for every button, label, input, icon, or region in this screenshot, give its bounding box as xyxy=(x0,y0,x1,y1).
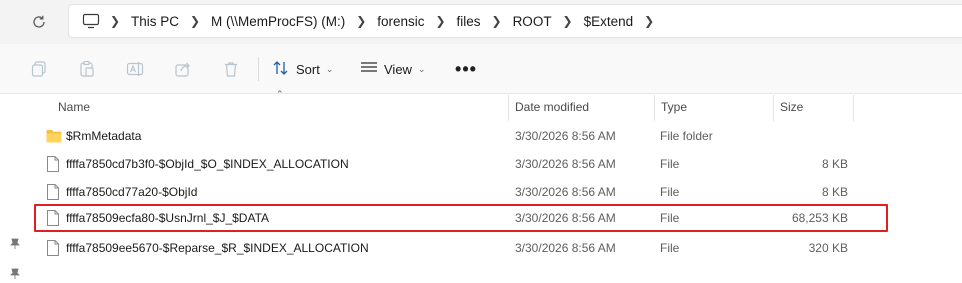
file-type: File xyxy=(660,157,680,171)
file-date-modified: 3/30/2026 8:56 AM xyxy=(515,185,616,199)
breadcrumb-extend[interactable]: $Extend xyxy=(582,14,636,29)
chevron-right-icon[interactable]: ❯ xyxy=(635,14,663,28)
file-icon xyxy=(46,209,62,227)
file-size: 8 KB xyxy=(821,185,848,199)
file-name: ffffa7850cd77a20-$ObjId xyxy=(66,185,198,199)
address-bar[interactable]: ❯ This PC ❯ M (\\MemProcFS) (M:) ❯ foren… xyxy=(68,4,962,38)
view-icon xyxy=(360,61,378,78)
file-row[interactable]: ffffa78509ee5670-$Reparse_$R_$INDEX_ALLO… xyxy=(36,234,856,262)
share-icon[interactable] xyxy=(172,58,194,80)
chevron-down-icon: ⌄ xyxy=(417,63,426,74)
column-header-name[interactable]: Name xyxy=(58,95,504,119)
computer-icon xyxy=(81,11,101,31)
column-divider[interactable] xyxy=(654,95,655,121)
pin-icon[interactable] xyxy=(8,237,22,251)
file-type: File folder xyxy=(660,129,713,143)
file-row[interactable]: ffffa78509ecfa80-$UsnJrnl_$J_$DATA 3/30/… xyxy=(36,204,856,232)
chevron-right-icon[interactable]: ❯ xyxy=(483,14,511,28)
chevron-right-icon[interactable]: ❯ xyxy=(181,14,209,28)
breadcrumb-forensic[interactable]: forensic xyxy=(375,14,426,29)
view-button[interactable]: View ⌄ xyxy=(360,56,426,82)
more-options-button[interactable]: ••• xyxy=(452,56,480,82)
delete-icon[interactable] xyxy=(220,58,242,80)
file-date-modified: 3/30/2026 8:56 AM xyxy=(515,241,616,255)
copy-icon[interactable] xyxy=(28,58,50,80)
sort-button[interactable]: Sort ⌄ xyxy=(272,56,333,82)
file-icon xyxy=(46,155,62,173)
column-header-size[interactable]: Size xyxy=(780,95,850,119)
toolbar-divider xyxy=(258,57,259,81)
column-divider[interactable] xyxy=(853,95,854,121)
pin-icon[interactable] xyxy=(8,267,22,281)
column-header-date-modified[interactable]: Date modified xyxy=(515,95,651,119)
chevron-down-icon: ⌄ xyxy=(325,63,334,74)
file-name: ffffa78509ee5670-$Reparse_$R_$INDEX_ALLO… xyxy=(66,241,369,255)
address-bar-region: ❯ This PC ❯ M (\\MemProcFS) (M:) ❯ foren… xyxy=(0,0,962,44)
file-type: File xyxy=(660,211,680,225)
file-size: 320 KB xyxy=(808,241,848,255)
column-header-type[interactable]: Type xyxy=(661,95,769,119)
view-label: View xyxy=(384,61,412,77)
chevron-right-icon[interactable]: ❯ xyxy=(427,14,455,28)
chevron-right-icon[interactable]: ❯ xyxy=(347,14,375,28)
chevron-right-icon[interactable]: ❯ xyxy=(554,14,582,28)
column-divider[interactable] xyxy=(773,95,774,121)
refresh-icon[interactable] xyxy=(26,9,52,35)
sort-icon xyxy=(272,60,290,79)
file-row[interactable]: ffffa7850cd7b3f0-$ObjId_$O_$INDEX_ALLOCA… xyxy=(36,150,856,178)
file-name: ffffa78509ecfa80-$UsnJrnl_$J_$DATA xyxy=(66,211,270,225)
file-date-modified: 3/30/2026 8:56 AM xyxy=(515,157,616,171)
file-name: ffffa7850cd7b3f0-$ObjId_$O_$INDEX_ALLOCA… xyxy=(66,157,349,171)
breadcrumb-drive[interactable]: M (\\MemProcFS) (M:) xyxy=(209,14,347,29)
file-icon xyxy=(46,239,62,257)
file-size: 68,253 KB xyxy=(791,211,848,225)
file-row[interactable]: $RmMetadata 3/30/2026 8:56 AM File folde… xyxy=(36,122,856,150)
file-size: 8 KB xyxy=(821,157,848,171)
file-type: File xyxy=(660,241,680,255)
folder-icon xyxy=(46,127,62,145)
breadcrumb-this-pc[interactable]: This PC xyxy=(129,14,181,29)
file-date-modified: 3/30/2026 8:56 AM xyxy=(515,211,616,225)
file-name: $RmMetadata xyxy=(66,129,142,143)
paste-icon[interactable] xyxy=(76,58,98,80)
file-row[interactable]: ffffa7850cd77a20-$ObjId 3/30/2026 8:56 A… xyxy=(36,178,856,206)
command-bar: Sort ⌄ View ⌄ ••• xyxy=(0,44,962,94)
file-date-modified: 3/30/2026 8:56 AM xyxy=(515,129,616,143)
chevron-right-icon[interactable]: ❯ xyxy=(101,14,129,28)
navigation-pane xyxy=(0,95,34,283)
file-icon xyxy=(46,183,62,201)
breadcrumb-root[interactable]: ROOT xyxy=(511,14,554,29)
column-divider[interactable] xyxy=(508,95,509,121)
sort-label: Sort xyxy=(296,61,320,77)
breadcrumb-files[interactable]: files xyxy=(455,14,483,29)
file-type: File xyxy=(660,185,680,199)
rename-icon[interactable] xyxy=(124,58,146,80)
